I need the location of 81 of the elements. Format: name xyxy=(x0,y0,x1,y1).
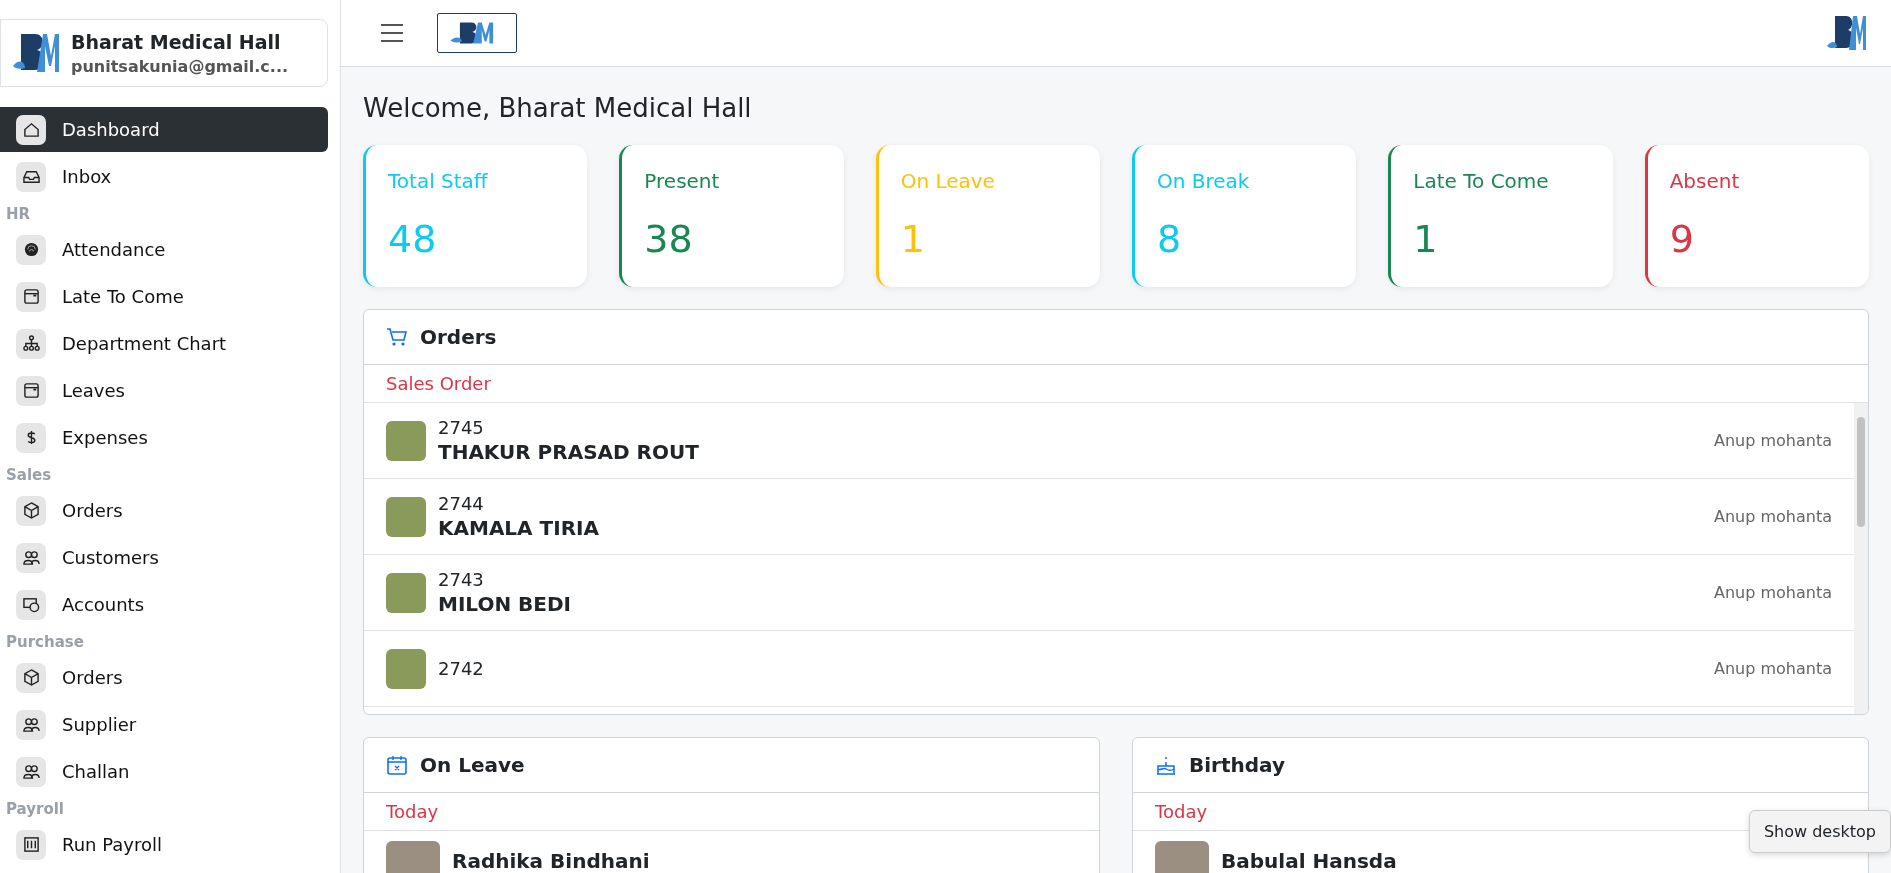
panel-title: Birthday xyxy=(1189,753,1285,777)
section-label: Today xyxy=(364,793,1099,831)
fingerprint-icon xyxy=(16,234,46,265)
stat-value: 38 xyxy=(644,217,694,261)
calendar-icon xyxy=(16,375,46,406)
nav-item[interactable]: Department Chart xyxy=(0,321,328,366)
stat-value: 8 xyxy=(1157,217,1183,261)
customer-name: KAMALA TIRIA xyxy=(438,516,599,540)
stat-label: Absent xyxy=(1669,169,1741,193)
people-icon xyxy=(16,756,46,787)
box-icon xyxy=(16,495,46,526)
stat-label: Present xyxy=(644,169,721,193)
panel-title: On Leave xyxy=(420,753,525,777)
stat-value: 9 xyxy=(1669,217,1695,261)
calculator-icon xyxy=(16,829,46,860)
order-number: 2742 xyxy=(438,658,484,679)
salesperson-name: Anup mohanta xyxy=(1714,431,1832,450)
customer-name: MILON BEDI xyxy=(438,592,572,616)
scrollbar[interactable] xyxy=(1854,403,1868,714)
salesperson-name: Anup mohanta xyxy=(1714,583,1832,602)
photo-placeholder xyxy=(386,420,426,461)
stat-value: 48 xyxy=(388,217,438,261)
nav-item[interactable]: Expenses xyxy=(0,415,328,460)
org-chart-icon xyxy=(16,328,46,359)
nav-item[interactable]: Late To Come xyxy=(0,274,328,319)
account-email: punitsakunia@gmail.c... xyxy=(71,56,289,76)
cake-icon xyxy=(1155,754,1177,776)
people-icon xyxy=(16,709,46,740)
photo-placeholder xyxy=(386,648,426,689)
nav-item[interactable]: Attendance xyxy=(0,227,328,272)
nav-item[interactable]: Challan xyxy=(0,749,328,794)
stat-label: On Leave xyxy=(900,169,996,193)
nav-section-label: HR xyxy=(5,204,32,225)
photo-placeholder xyxy=(386,572,426,613)
logo-icon xyxy=(437,13,517,53)
photo-placeholder xyxy=(386,496,426,537)
home-icon xyxy=(16,114,46,145)
order-number: 2744 xyxy=(438,493,485,514)
cart-icon xyxy=(386,326,408,348)
welcome-heading: Welcome, Bharat Medical Hall xyxy=(363,93,753,123)
money-icon xyxy=(16,589,46,620)
nav-item[interactable]: Customers xyxy=(0,535,328,580)
order-row[interactable]: 2742 Anup mohanta xyxy=(364,631,1854,707)
order-row[interactable]: 2745 THAKUR PRASAD ROUT Anup mohanta xyxy=(364,403,1854,479)
stat-label: On Break xyxy=(1157,169,1251,193)
photo-placeholder xyxy=(1155,841,1209,873)
nav-item[interactable]: Orders xyxy=(0,655,328,700)
nav-item[interactable]: Inbox xyxy=(0,154,328,199)
order-row[interactable]: 2744 KAMALA TIRIA Anup mohanta xyxy=(364,479,1854,555)
tooltip: Show desktop xyxy=(1748,810,1891,853)
nav-item[interactable]: Accounts xyxy=(0,582,328,627)
stat-value: 1 xyxy=(1413,217,1439,261)
nav-section-label: Sales xyxy=(5,465,53,486)
nav-item[interactable]: Orders xyxy=(0,488,328,533)
photo-placeholder xyxy=(386,841,440,873)
account-name: Bharat Medical Hall xyxy=(71,30,282,53)
inbox-icon xyxy=(16,161,46,192)
dollar-icon xyxy=(16,422,46,453)
calendar-icon xyxy=(386,754,408,776)
section-label: Sales Order xyxy=(364,365,1868,403)
order-row[interactable]: 2743 MILON BEDI Anup mohanta xyxy=(364,555,1854,631)
order-number: 2745 xyxy=(438,417,485,438)
nav-item[interactable]: Leaves xyxy=(0,368,328,413)
calendar-icon xyxy=(16,281,46,312)
stat-value: 1 xyxy=(900,217,926,261)
salesperson-name: Anup mohanta xyxy=(1714,659,1832,678)
stat-label: Late To Come xyxy=(1413,169,1550,193)
nav-item[interactable]: Supplier xyxy=(0,702,328,747)
nav-item[interactable]: Dashboard xyxy=(0,107,328,152)
people-icon xyxy=(16,542,46,573)
person-name: Radhika Bindhani xyxy=(452,849,650,873)
nav-section-label: Payroll xyxy=(5,799,65,820)
nav-section-label: Purchase xyxy=(5,632,85,653)
person-name: Babulal Hansda xyxy=(1221,849,1397,873)
box-icon xyxy=(16,662,46,693)
nav-item[interactable]: Run Payroll xyxy=(0,822,328,867)
salesperson-name: Anup mohanta xyxy=(1714,507,1832,526)
panel-title: Orders xyxy=(420,325,497,349)
order-number: 2743 xyxy=(438,569,485,590)
customer-name: THAKUR PRASAD ROUT xyxy=(438,440,699,464)
stat-label: Total Staff xyxy=(388,169,489,193)
